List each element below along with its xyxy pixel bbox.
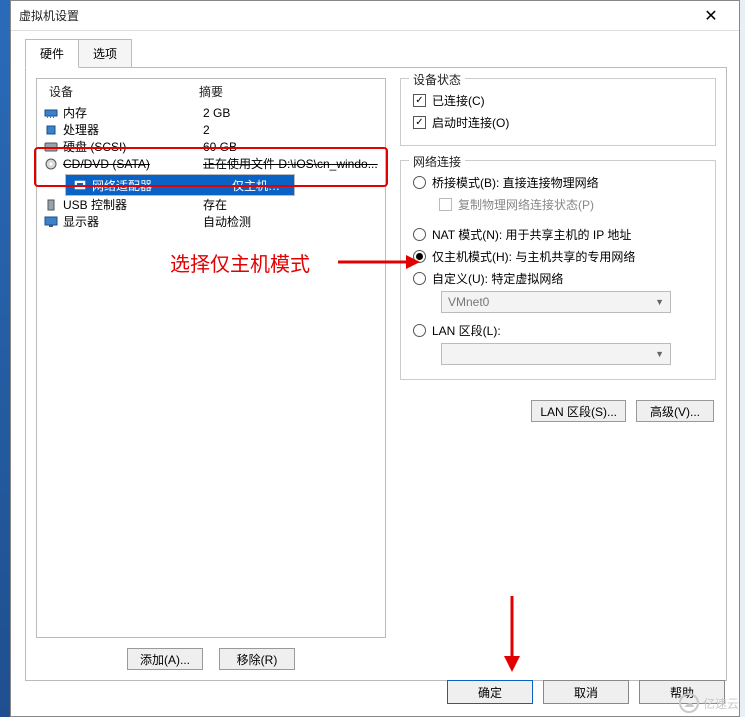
hw-name: 硬盘 (SCSI) (63, 138, 203, 155)
display-icon (43, 215, 59, 229)
titlebar: 虚拟机设置 ✕ (11, 1, 739, 31)
col-summary: 摘要 (199, 83, 379, 100)
hw-name: 网络适配器 (92, 177, 232, 194)
radio-icon[interactable] (413, 272, 426, 285)
nic-icon (72, 178, 88, 192)
tab-hardware[interactable]: 硬件 (25, 39, 79, 68)
hw-summary: 正在使用文件 D:\iOS\cn_windo... (203, 155, 385, 172)
hw-row-usb[interactable]: USB 控制器 存在 (37, 196, 385, 213)
hw-name: 显示器 (63, 213, 203, 230)
advanced-button[interactable]: 高级(V)... (636, 400, 714, 422)
nat-row[interactable]: NAT 模式(N): 用于共享主机的 IP 地址 (413, 223, 703, 245)
connected-row[interactable]: 已连接(C) (413, 89, 703, 111)
connect-on-power-label: 启动时连接(O) (432, 114, 509, 131)
device-status-legend: 设备状态 (409, 71, 465, 88)
lanseg-select: ▼ (441, 343, 671, 365)
custom-row[interactable]: 自定义(U): 特定虚拟网络 (413, 267, 703, 289)
hardware-list: 设备 摘要 内存 2 GB 处理器 2 硬盘 (SCSI) 60 GB (36, 78, 386, 638)
lan-segments-button[interactable]: LAN 区段(S)... (531, 400, 626, 422)
tab-options[interactable]: 选项 (79, 39, 132, 68)
checkbox-icon[interactable] (413, 116, 426, 129)
hw-summary: 自动检测 (203, 213, 385, 230)
hw-name: CD/DVD (SATA) (63, 157, 203, 171)
help-button[interactable]: 帮助 (639, 680, 725, 704)
radio-icon[interactable] (413, 250, 426, 263)
bridge-label: 桥接模式(B): 直接连接物理网络 (432, 174, 599, 191)
cancel-button[interactable]: 取消 (543, 680, 629, 704)
radio-icon[interactable] (413, 176, 426, 189)
tab-strip: 硬件 选项 (25, 39, 731, 68)
hardware-panel: 设备 摘要 内存 2 GB 处理器 2 硬盘 (SCSI) 60 GB (36, 78, 386, 670)
chevron-down-icon: ▼ (655, 349, 664, 359)
connect-on-power-row[interactable]: 启动时连接(O) (413, 111, 703, 133)
lanseg-row[interactable]: LAN 区段(L): (413, 319, 703, 341)
hw-name: 内存 (63, 104, 203, 121)
col-device: 设备 (49, 83, 199, 100)
hw-row-cpu[interactable]: 处理器 2 (37, 121, 385, 138)
hardware-list-header: 设备 摘要 (37, 79, 385, 104)
network-legend: 网络连接 (409, 153, 465, 170)
remove-button[interactable]: 移除(R) (219, 648, 295, 670)
custom-label: 自定义(U): 特定虚拟网络 (432, 270, 563, 287)
hostonly-row[interactable]: 仅主机模式(H): 与主机共享的专用网络 (413, 245, 703, 267)
vm-settings-window: 虚拟机设置 ✕ 硬件 选项 设备 摘要 内存 2 GB 处理器 2 (10, 0, 740, 717)
memory-icon (43, 106, 59, 120)
radio-icon[interactable] (413, 324, 426, 337)
radio-icon[interactable] (413, 228, 426, 241)
vmnet-value: VMnet0 (448, 295, 489, 309)
replicate-label: 复制物理网络连接状态(P) (458, 196, 594, 213)
hw-row-disk[interactable]: 硬盘 (SCSI) 60 GB (37, 138, 385, 155)
hw-summary: 2 GB (203, 106, 385, 120)
checkbox-icon (439, 198, 452, 211)
hw-summary: 仅主机模式 (232, 177, 288, 194)
checkbox-icon[interactable] (413, 94, 426, 107)
tab-body: 设备 摘要 内存 2 GB 处理器 2 硬盘 (SCSI) 60 GB (25, 67, 727, 681)
hw-name: USB 控制器 (63, 196, 203, 213)
cd-icon (43, 157, 59, 171)
connected-label: 已连接(C) (432, 92, 485, 109)
window-title: 虚拟机设置 (19, 7, 691, 24)
close-icon[interactable]: ✕ (691, 6, 731, 26)
hw-row-nic[interactable]: 网络适配器 仅主机模式 (65, 174, 295, 196)
device-status-group: 设备状态 已连接(C) 启动时连接(O) (400, 78, 716, 146)
disk-icon (43, 140, 59, 154)
advanced-row: LAN 区段(S)... 高级(V)... (400, 400, 716, 422)
ok-button[interactable]: 确定 (447, 680, 533, 704)
hw-row-display[interactable]: 显示器 自动检测 (37, 213, 385, 230)
hardware-buttons: 添加(A)... 移除(R) (36, 648, 386, 670)
hw-name: 处理器 (63, 121, 203, 138)
vmnet-select: VMnet0 ▼ (441, 291, 671, 313)
hw-row-memory[interactable]: 内存 2 GB (37, 104, 385, 121)
detail-panel: 设备状态 已连接(C) 启动时连接(O) 网络连接 桥接模式(B): 直接连接物… (400, 78, 716, 670)
footer-buttons: 确定 取消 帮助 (447, 680, 725, 704)
replicate-row: 复制物理网络连接状态(P) (439, 193, 703, 215)
bridge-row[interactable]: 桥接模式(B): 直接连接物理网络 (413, 171, 703, 193)
hw-row-cd[interactable]: CD/DVD (SATA) 正在使用文件 D:\iOS\cn_windo... (37, 155, 385, 172)
usb-icon (43, 198, 59, 212)
hw-summary: 60 GB (203, 140, 385, 154)
cpu-icon (43, 123, 59, 137)
network-connection-group: 网络连接 桥接模式(B): 直接连接物理网络 复制物理网络连接状态(P) NAT… (400, 160, 716, 380)
hw-summary: 存在 (203, 196, 385, 213)
lanseg-label: LAN 区段(L): (432, 322, 501, 339)
chevron-down-icon: ▼ (655, 297, 664, 307)
add-button[interactable]: 添加(A)... (127, 648, 203, 670)
desktop-left-strip (0, 0, 10, 717)
hw-summary: 2 (203, 123, 385, 137)
nat-label: NAT 模式(N): 用于共享主机的 IP 地址 (432, 226, 631, 243)
hostonly-label: 仅主机模式(H): 与主机共享的专用网络 (432, 248, 635, 265)
